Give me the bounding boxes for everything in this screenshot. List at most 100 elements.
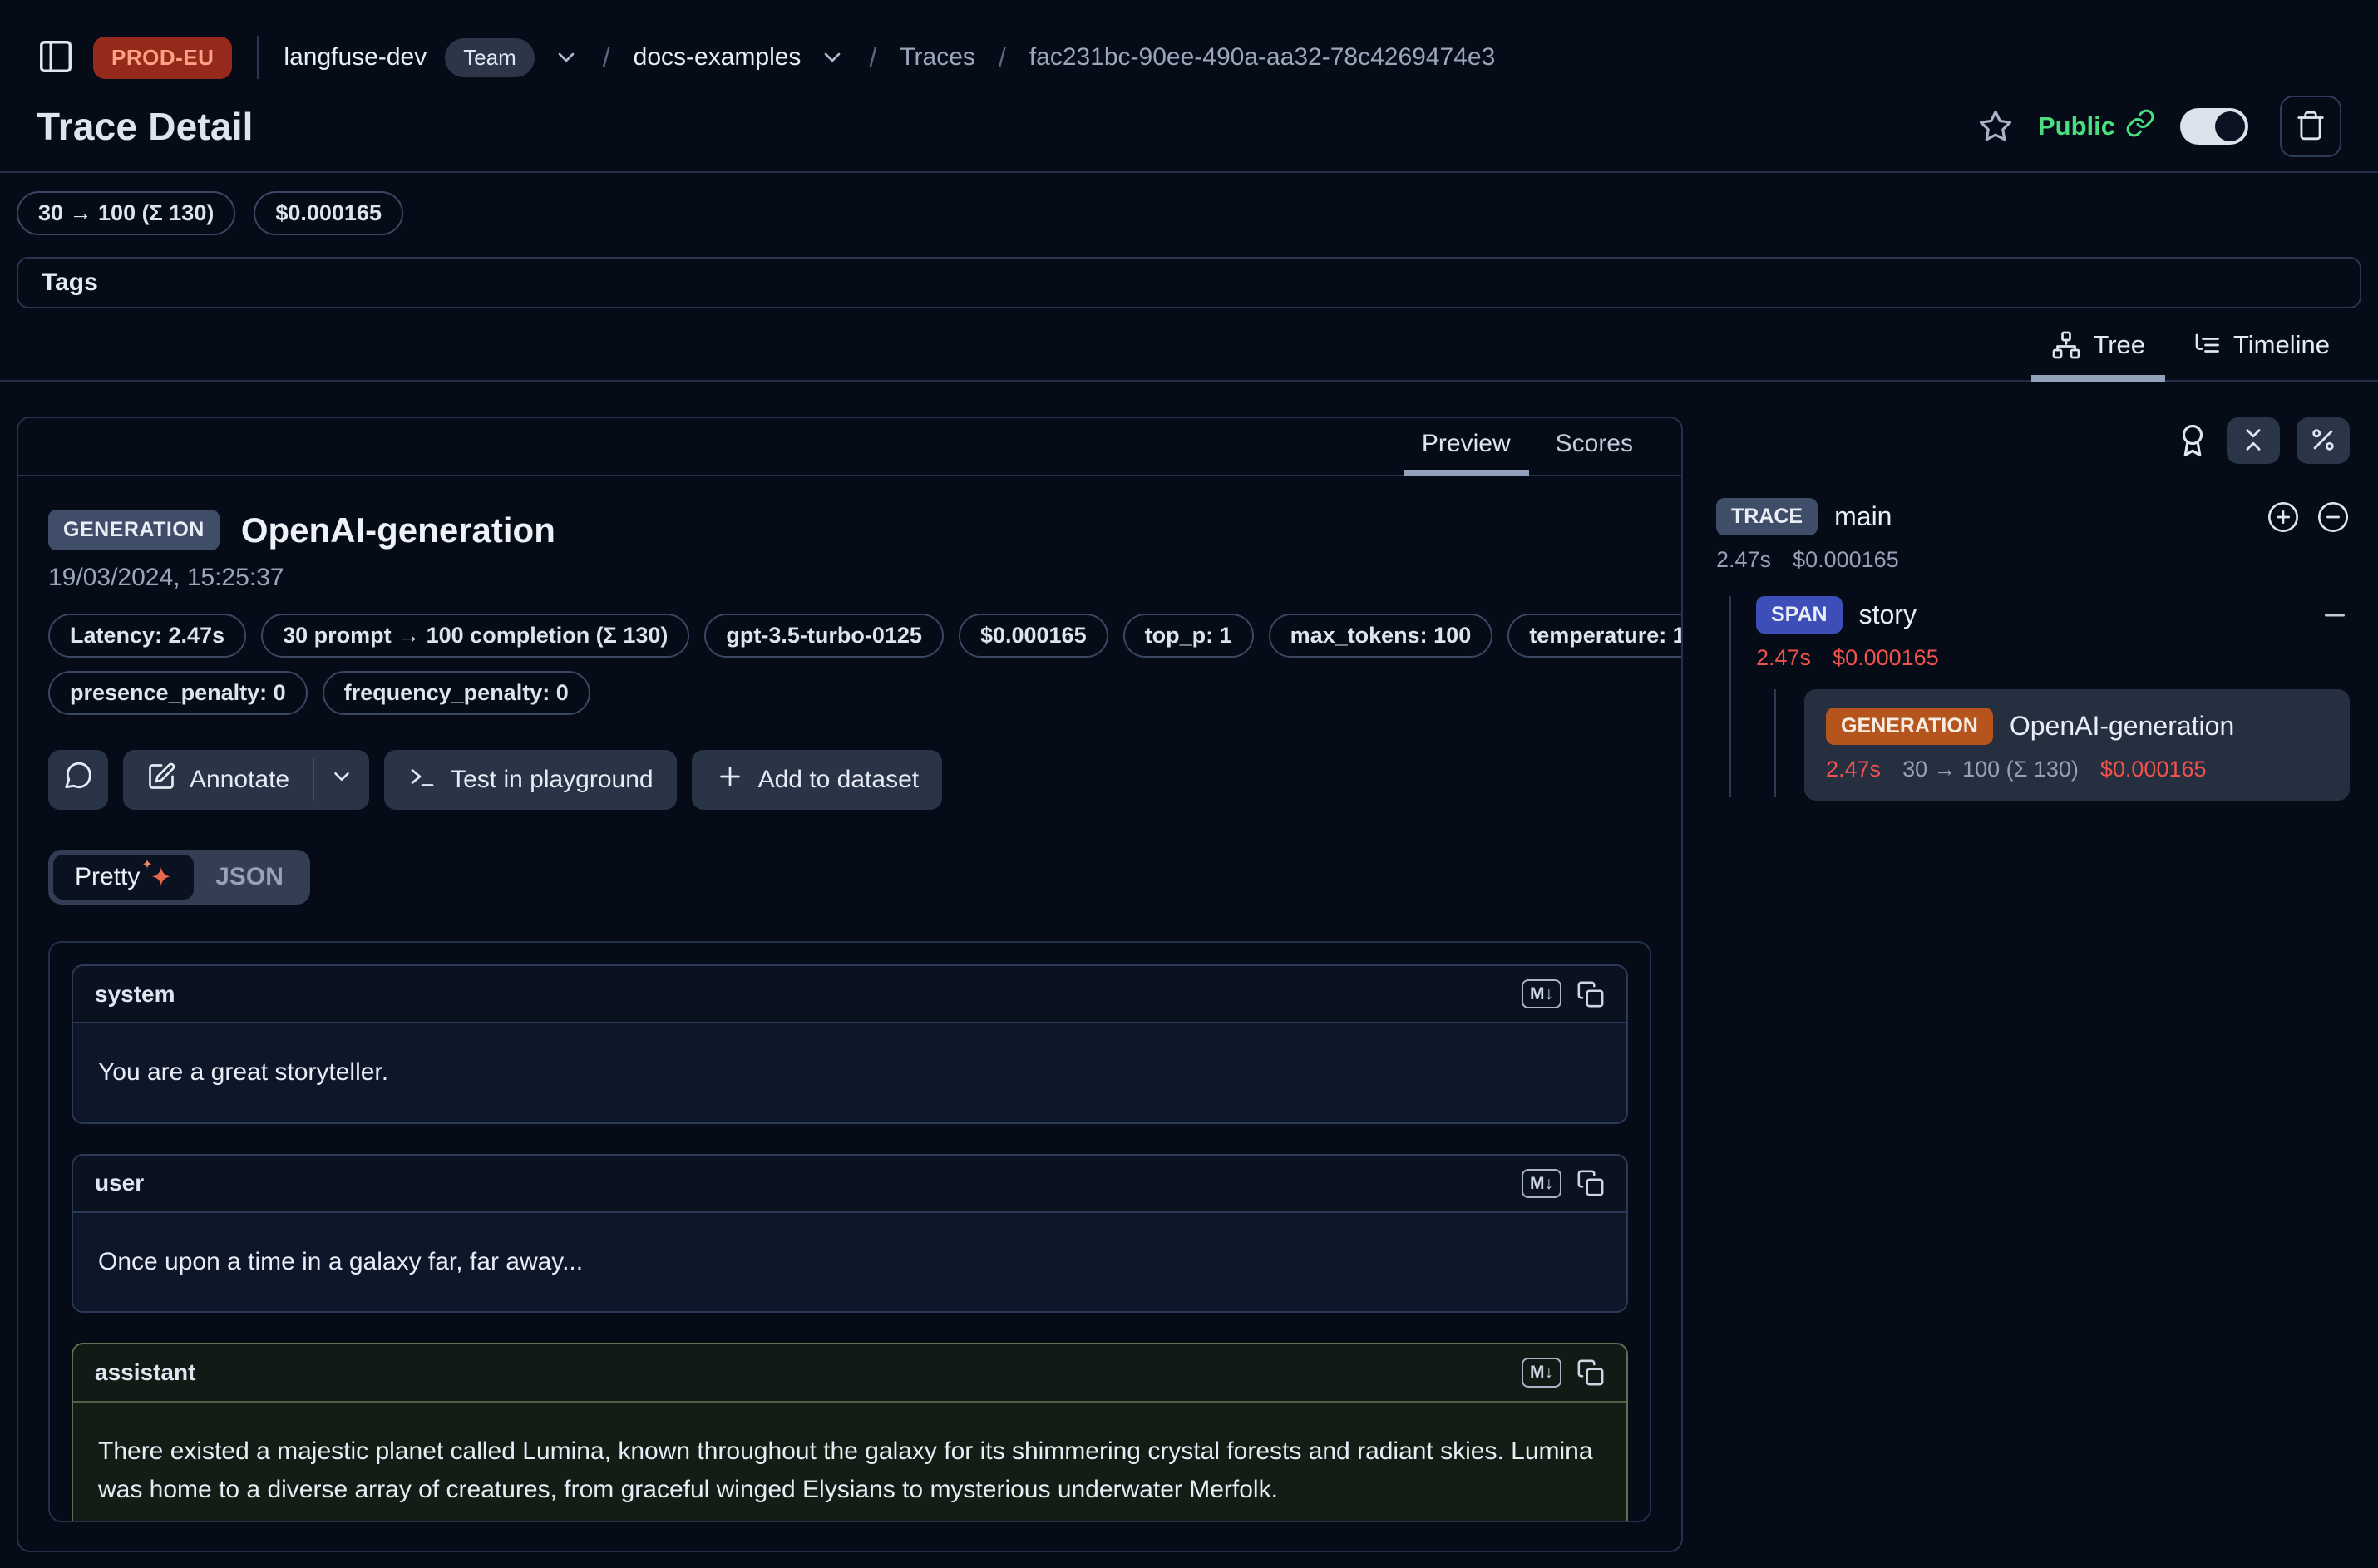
format-pretty-label: Pretty	[75, 863, 140, 891]
annotate-menu-button[interactable]	[314, 750, 369, 810]
annotate-label: Annotate	[190, 766, 289, 794]
generation-metrics: 2.47s 30 → 100 (Σ 130) $0.000165	[1826, 757, 2328, 782]
copy-icon[interactable]	[1576, 1169, 1605, 1197]
award-icon[interactable]	[2175, 423, 2210, 458]
copy-icon[interactable]	[1576, 980, 1605, 1008]
message-tools: M↓	[1522, 1358, 1605, 1387]
annotate-button[interactable]: Annotate	[123, 750, 313, 810]
breadcrumb-slash: /	[994, 42, 1011, 73]
tags-label: Tags	[42, 269, 98, 297]
format-pretty[interactable]: Pretty ✦	[53, 855, 194, 900]
trace-type-badge: TRACE	[1716, 498, 1818, 535]
timeline-icon	[2192, 330, 2222, 360]
comment-button[interactable]	[48, 750, 108, 810]
public-label: Public	[2038, 111, 2115, 141]
annotate-split-button: Annotate	[123, 750, 369, 810]
sidebar-toggle-button[interactable]	[37, 37, 75, 78]
span-latency: 2.47s	[1756, 645, 1811, 671]
copy-icon[interactable]	[1576, 1358, 1605, 1387]
format-json[interactable]: JSON	[194, 855, 305, 900]
add-to-dataset-button[interactable]: Add to dataset	[692, 750, 942, 810]
tree-icon	[2051, 330, 2081, 360]
delete-trace-button[interactable]	[2280, 96, 2341, 157]
public-link[interactable]: Public	[2038, 108, 2155, 145]
assistant-message-box: assistant M↓ There existed a majestic pl…	[72, 1343, 1628, 1522]
trace-cost: $0.000165	[1793, 547, 1899, 573]
user-message-box: user M↓ Once upon a time in a galaxy far…	[72, 1154, 1628, 1314]
page-title: Trace Detail	[37, 104, 254, 149]
header-actions: Public	[1978, 96, 2341, 157]
markdown-toggle-icon[interactable]: M↓	[1522, 1358, 1561, 1387]
breadcrumb-separator-bar	[257, 36, 259, 79]
metrics-toggle-button[interactable]	[2297, 417, 2350, 464]
generation-name: OpenAI-generation	[2010, 711, 2234, 742]
toggle-knob	[2215, 111, 2245, 141]
trace-tokens-badge: 30 → 100 (Σ 130)	[17, 191, 235, 235]
panel-body: GENERATION OpenAI-generation 19/03/2024,…	[18, 476, 1681, 1551]
observation-actions: Annotate Test in playgroun	[48, 750, 1651, 810]
terminal-icon	[407, 762, 437, 798]
tab-timeline-label: Timeline	[2233, 330, 2330, 360]
span-node[interactable]: SPAN story	[1756, 596, 2350, 634]
star-icon[interactable]	[1978, 109, 2013, 144]
message-tools: M↓	[1522, 979, 1605, 1008]
zoom-out-icon[interactable]	[2316, 500, 2350, 534]
generation-node-selected[interactable]: GENERATION OpenAI-generation 2.47s 30 → …	[1804, 689, 2350, 801]
playground-label: Test in playground	[451, 766, 654, 794]
breadcrumb-traces-link[interactable]: Traces	[900, 43, 975, 71]
span-name: story	[1859, 599, 1917, 630]
message-role: system	[95, 981, 175, 1008]
page-header: Trace Detail Public	[0, 86, 2378, 161]
content-area: Preview Scores GENERATION OpenAI-generat…	[17, 417, 2361, 1552]
tree-toolbar	[1716, 417, 2350, 465]
trace-latency: 2.47s	[1716, 547, 1771, 573]
link-icon	[2125, 108, 2155, 145]
span-metrics: 2.47s $0.000165	[1756, 645, 2350, 671]
zoom-in-icon[interactable]	[2267, 500, 2300, 534]
max-tokens-badge: max_tokens: 100	[1269, 614, 1493, 658]
observation-title: OpenAI-generation	[241, 510, 555, 550]
breadcrumb-org[interactable]: langfuse-dev	[284, 43, 427, 71]
chevron-down-icon[interactable]	[553, 44, 580, 71]
org-plan-badge: Team	[445, 38, 535, 77]
model-badge: gpt-3.5-turbo-0125	[704, 614, 944, 658]
view-tabs: Tree Timeline	[0, 308, 2378, 382]
public-toggle[interactable]	[2180, 108, 2248, 145]
generation-type-badge: GENERATION	[1826, 708, 1993, 745]
tab-tree[interactable]: Tree	[2031, 330, 2165, 382]
message-header: system M↓	[73, 966, 1626, 1022]
markdown-toggle-icon[interactable]: M↓	[1522, 1169, 1561, 1198]
panel-left-icon	[37, 37, 75, 78]
tags-box[interactable]: Tags	[17, 257, 2361, 308]
breadcrumb-project[interactable]: docs-examples	[634, 43, 802, 71]
sparkles-icon: ✦	[150, 864, 172, 890]
panel-tabs: Preview Scores	[18, 418, 1681, 476]
format-toggle: Pretty ✦ JSON	[48, 850, 310, 905]
span-cost: $0.000165	[1833, 645, 1939, 671]
presence-penalty-badge: presence_penalty: 0	[48, 671, 308, 715]
add-to-dataset-label: Add to dataset	[758, 766, 919, 794]
cost-badge: $0.000165	[959, 614, 1108, 658]
breadcrumb-slash: /	[598, 42, 615, 73]
message-content: Once upon a time in a galaxy far, far aw…	[73, 1211, 1626, 1312]
trace-name: main	[1834, 501, 1892, 532]
chevron-down-icon	[329, 764, 354, 796]
chevron-down-icon[interactable]	[819, 44, 846, 71]
message-tools: M↓	[1522, 1169, 1605, 1198]
tab-preview[interactable]: Preview	[1404, 418, 1529, 476]
latency-badge: Latency: 2.47s	[48, 614, 246, 658]
trace-node[interactable]: TRACE main	[1716, 498, 2350, 535]
tab-timeline[interactable]: Timeline	[2172, 330, 2350, 382]
comment-icon	[62, 761, 94, 799]
collapse-all-button[interactable]	[2227, 417, 2280, 464]
io-container: system M↓ You are a great storyteller.	[48, 941, 1651, 1522]
plus-icon	[715, 762, 745, 798]
collapse-node-icon[interactable]	[2320, 600, 2350, 630]
markdown-toggle-icon[interactable]: M↓	[1522, 979, 1561, 1008]
playground-button[interactable]: Test in playground	[384, 750, 677, 810]
trace-detail-page: PROD-EU langfuse-dev Team / docs-example…	[0, 0, 2378, 1568]
trace-cost-badge: $0.000165	[254, 191, 403, 235]
frequency-penalty-badge: frequency_penalty: 0	[323, 671, 590, 715]
tab-scores[interactable]: Scores	[1537, 418, 1651, 476]
observation-badges-row-1: Latency: 2.47s 30 prompt → 100 completio…	[48, 614, 1651, 658]
